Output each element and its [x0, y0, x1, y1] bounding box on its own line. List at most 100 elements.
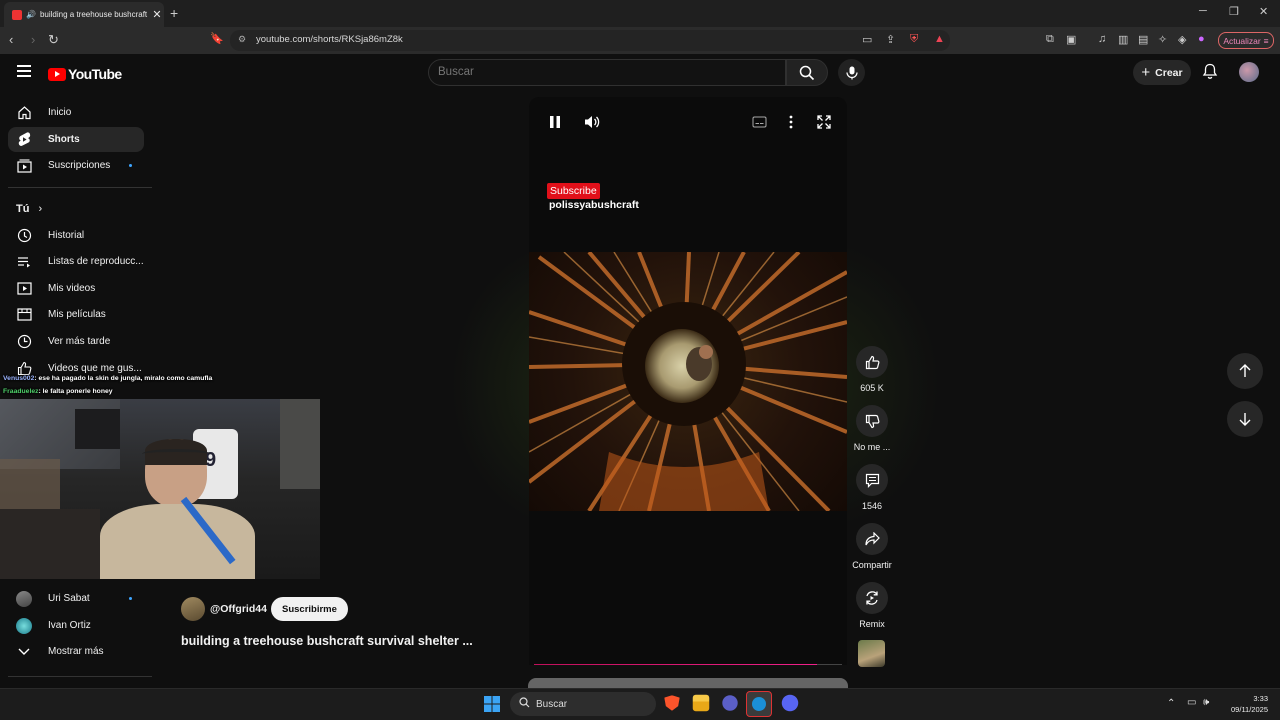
channel-handle[interactable]: @Offgrid44	[210, 603, 267, 615]
back-icon[interactable]: ‹	[9, 32, 13, 47]
hamburger-menu-icon[interactable]	[17, 65, 31, 77]
sidebar-item-inicio[interactable]: Inicio	[8, 100, 144, 125]
share-page-icon[interactable]: ⇪	[886, 33, 895, 46]
sidebar-item-mis-peliculas[interactable]: Mis películas	[8, 302, 144, 327]
sidebar-toggle-icon[interactable]: ▥	[1118, 33, 1128, 46]
comment-count: 1546	[861, 501, 883, 511]
sidebar-show-more[interactable]: Mostrar más	[8, 639, 144, 664]
subscribe-button[interactable]: Suscribirme	[271, 597, 348, 621]
you-section-heading[interactable]: Tú ›	[16, 203, 42, 215]
windows-start-icon[interactable]	[484, 696, 500, 717]
arrow-up-icon	[1239, 364, 1251, 377]
wall-corner	[280, 399, 320, 489]
discord-icon[interactable]	[781, 694, 799, 712]
sidebar-channel-uri-sabat[interactable]: Uri Sabat	[8, 586, 144, 611]
sidebar-item-ver-mas-tarde[interactable]: Ver más tarde	[8, 329, 144, 354]
search-button[interactable]	[786, 59, 828, 86]
like-count: 605 K	[860, 383, 884, 393]
fullscreen-icon[interactable]	[817, 115, 831, 134]
pause-icon[interactable]	[548, 115, 562, 134]
sidebar-item-playlists[interactable]: Listas de reproducc...	[8, 249, 144, 274]
cast-icon[interactable]: ▭	[862, 33, 872, 46]
sidebar-item-suscripciones[interactable]: Suscripciones	[8, 153, 144, 178]
account-avatar[interactable]	[1239, 62, 1259, 82]
sidebar-item-label: Videos que me gus...	[48, 363, 142, 374]
desk	[0, 509, 100, 579]
more-options-icon[interactable]	[789, 115, 793, 134]
chat-message: Fraaduelez: le falta ponerle honey	[3, 388, 113, 395]
sidebar-item-label: Shorts	[48, 134, 80, 145]
restore-icon[interactable]: ❐	[1229, 5, 1239, 18]
sound-source-thumbnail[interactable]	[858, 640, 885, 667]
new-tab-icon[interactable]: +	[170, 5, 178, 21]
update-button[interactable]: Actualizar ≡	[1218, 32, 1274, 49]
file-explorer-icon[interactable]	[692, 694, 710, 712]
bookmark-icon[interactable]: 🔖	[210, 32, 224, 45]
log-tunnel-scene	[529, 252, 847, 511]
sidebar-item-historial[interactable]: Historial	[8, 223, 144, 248]
you-heading-label: Tú	[16, 203, 30, 215]
previous-short-button[interactable]	[1227, 353, 1263, 389]
home-icon	[16, 105, 32, 121]
video-progress-bar[interactable]	[534, 664, 842, 665]
steam-icon[interactable]	[746, 691, 772, 717]
speaker-icon[interactable]: 🕪	[1203, 697, 1209, 708]
captions-icon[interactable]	[752, 115, 767, 133]
leo-ai-icon[interactable]: ✧	[1158, 33, 1167, 46]
taskbar-search-label: Buscar	[536, 698, 568, 710]
youtube-logo[interactable]: YouTube	[48, 66, 122, 82]
shorts-player[interactable]: Subscribe polissyabushcraft	[529, 97, 847, 665]
channel-name: Uri Sabat	[48, 593, 90, 604]
close-window-icon[interactable]: ✕	[1259, 5, 1268, 18]
audio-playing-icon[interactable]: 🔊	[26, 10, 36, 19]
comments-button[interactable]: 1546	[851, 464, 893, 511]
dislike-button[interactable]: No me ...	[851, 405, 893, 452]
sidebar-item-shorts[interactable]: Shorts	[8, 127, 144, 152]
dislike-label: No me ...	[853, 442, 891, 452]
taskbar-clock[interactable]: 3:33 09/11/2025	[1222, 693, 1268, 715]
microphone-icon	[845, 66, 858, 79]
sidebar-item-label: Inicio	[48, 107, 72, 118]
short-title[interactable]: building a treehouse bushcraft survival …	[181, 634, 473, 648]
youtube-play-logo-icon	[48, 67, 66, 81]
brave-shield-icon[interactable]: ⛨	[910, 33, 918, 46]
minimize-icon[interactable]: ─	[1199, 5, 1207, 17]
media-icon[interactable]: ♫	[1098, 33, 1106, 45]
create-button[interactable]: + Crear	[1133, 60, 1191, 85]
teams-icon[interactable]	[722, 695, 738, 711]
extensions-icon[interactable]: ⧉	[1046, 33, 1054, 46]
remix-button[interactable]: Remix	[851, 582, 893, 629]
profile-icon[interactable]: ●	[1198, 33, 1205, 45]
tray-chevron-up-icon[interactable]: ⌃	[1167, 698, 1175, 709]
forward-icon[interactable]: ›	[31, 32, 35, 47]
thumbs-down-icon	[856, 405, 888, 437]
reader-icon[interactable]: ▣	[1066, 33, 1076, 46]
sidebar-item-mis-videos[interactable]: Mis videos	[8, 276, 144, 301]
notifications-bell-icon[interactable]	[1202, 63, 1218, 85]
url-text: youtube.com/shorts/RKSja86mZ8k	[256, 34, 403, 45]
chevron-right-icon: ›	[38, 203, 43, 215]
reload-icon[interactable]: ↻	[48, 32, 59, 48]
network-icon[interactable]: ▭	[1187, 697, 1196, 708]
browser-tab[interactable]: 🔊 building a treehouse bushcraft ✕	[4, 2, 164, 27]
sidebar-item-label: Suscripciones	[48, 160, 111, 171]
taskbar-search[interactable]: Buscar	[510, 692, 656, 716]
next-short-button[interactable]	[1227, 401, 1263, 437]
share-button[interactable]: Compartir	[851, 523, 893, 570]
sidebar-channel-ivan-ortiz[interactable]: Ivan Ortiz	[8, 613, 144, 638]
vpn-icon[interactable]: ◈	[1178, 33, 1186, 46]
close-tab-icon[interactable]: ✕	[150, 8, 164, 21]
channel-avatar[interactable]	[181, 597, 205, 621]
hoodie	[100, 504, 255, 579]
tab-title: building a treehouse bushcraft	[39, 10, 148, 19]
channel-overlay-tag: polissyabushcraft	[549, 199, 639, 211]
chevron-down-icon	[16, 644, 32, 660]
arrow-down-icon	[1239, 413, 1251, 426]
rewards-icon[interactable]: ▲	[934, 33, 945, 45]
volume-icon[interactable]	[584, 115, 600, 134]
like-button[interactable]: 605 K	[851, 346, 893, 393]
voice-search-button[interactable]	[838, 59, 865, 86]
wallet-icon[interactable]: ▤	[1138, 33, 1148, 46]
site-info-icon[interactable]: ⚙	[238, 34, 246, 45]
search-input[interactable]	[438, 66, 738, 78]
